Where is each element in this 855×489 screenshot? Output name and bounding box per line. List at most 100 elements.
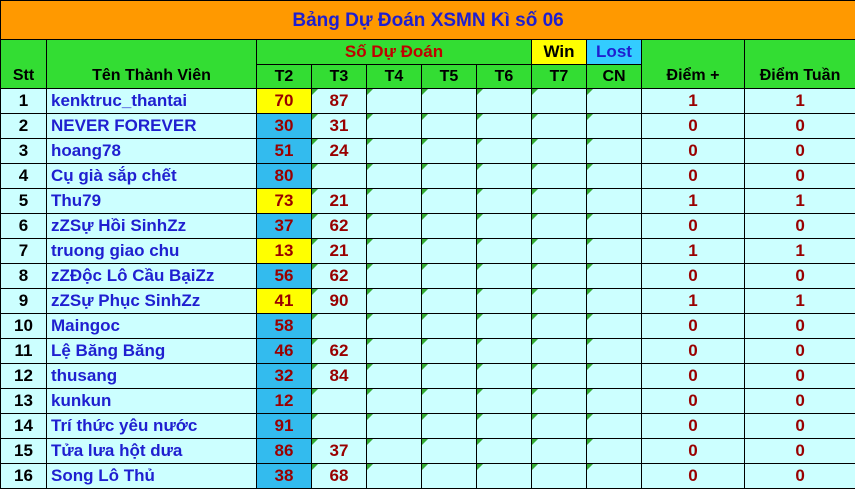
row-prediction-t7 xyxy=(532,364,587,389)
row-diem-tuan: 0 xyxy=(745,164,855,189)
row-diem-tuan: 0 xyxy=(745,414,855,439)
row-prediction-t3: 62 xyxy=(312,339,367,364)
row-prediction-t5 xyxy=(422,389,477,414)
row-prediction-t4 xyxy=(367,464,422,489)
row-prediction-t6 xyxy=(477,114,532,139)
row-prediction-t2: 38 xyxy=(257,464,312,489)
row-prediction-t5 xyxy=(422,214,477,239)
row-prediction-t3: 21 xyxy=(312,239,367,264)
row-stt: 5 xyxy=(1,189,47,214)
row-diem-plus: 0 xyxy=(642,164,745,189)
row-stt: 10 xyxy=(1,314,47,339)
row-prediction-t5 xyxy=(422,439,477,464)
row-prediction-t4 xyxy=(367,114,422,139)
row-prediction-t5 xyxy=(422,89,477,114)
row-prediction-t6 xyxy=(477,339,532,364)
row-member-name: zZSự Phục SinhZz xyxy=(47,289,257,314)
row-member-name: Tửa lưa hột dưa xyxy=(47,439,257,464)
row-prediction-t2: 37 xyxy=(257,214,312,239)
row-diem-plus: 1 xyxy=(642,89,745,114)
row-member-name: Thu79 xyxy=(47,189,257,214)
header-day-t6: T6 xyxy=(477,65,532,89)
header-name: Tên Thành Viên xyxy=(47,40,257,89)
row-prediction-t3: 21 xyxy=(312,189,367,214)
table-row: 1kenktruc_thantai708711 xyxy=(1,89,855,114)
row-prediction-t7 xyxy=(532,289,587,314)
row-diem-plus: 0 xyxy=(642,339,745,364)
row-prediction-t6 xyxy=(477,89,532,114)
row-prediction-t4 xyxy=(367,89,422,114)
row-prediction-t3 xyxy=(312,414,367,439)
row-stt: 6 xyxy=(1,214,47,239)
row-stt: 15 xyxy=(1,439,47,464)
row-prediction-cn xyxy=(587,339,642,364)
row-prediction-t4 xyxy=(367,139,422,164)
row-member-name: truong giao chu xyxy=(47,239,257,264)
row-diem-tuan: 1 xyxy=(745,89,855,114)
table-row: 15Tửa lưa hột dưa863700 xyxy=(1,439,855,464)
row-prediction-t6 xyxy=(477,439,532,464)
row-prediction-t4 xyxy=(367,264,422,289)
row-prediction-cn xyxy=(587,214,642,239)
table-row: 5Thu79732111 xyxy=(1,189,855,214)
row-diem-tuan: 0 xyxy=(745,264,855,289)
header-diem-plus: Điểm + xyxy=(642,40,745,89)
row-diem-tuan: 1 xyxy=(745,189,855,214)
table-row: 16Song Lô Thủ386800 xyxy=(1,464,855,489)
row-prediction-t2: 56 xyxy=(257,264,312,289)
header-win: Win xyxy=(532,40,587,65)
row-member-name: kenktruc_thantai xyxy=(47,89,257,114)
row-prediction-t5 xyxy=(422,464,477,489)
row-prediction-t3 xyxy=(312,314,367,339)
row-stt: 11 xyxy=(1,339,47,364)
row-stt: 14 xyxy=(1,414,47,439)
header-day-t4: T4 xyxy=(367,65,422,89)
row-prediction-t7 xyxy=(532,189,587,214)
row-prediction-cn xyxy=(587,389,642,414)
row-stt: 2 xyxy=(1,114,47,139)
row-prediction-t7 xyxy=(532,164,587,189)
row-prediction-t2: 32 xyxy=(257,364,312,389)
row-prediction-t4 xyxy=(367,439,422,464)
row-prediction-t4 xyxy=(367,214,422,239)
row-member-name: Trí thức yêu nước xyxy=(47,414,257,439)
row-diem-tuan: 0 xyxy=(745,439,855,464)
row-prediction-t4 xyxy=(367,164,422,189)
row-stt: 8 xyxy=(1,264,47,289)
row-prediction-t4 xyxy=(367,414,422,439)
table-row: 4Cụ già sắp chết8000 xyxy=(1,164,855,189)
row-prediction-t6 xyxy=(477,364,532,389)
row-diem-plus: 1 xyxy=(642,189,745,214)
row-member-name: Lệ Băng Băng xyxy=(47,339,257,364)
row-member-name: kunkun xyxy=(47,389,257,414)
row-prediction-t2: 46 xyxy=(257,339,312,364)
row-prediction-t5 xyxy=(422,364,477,389)
row-prediction-t2: 30 xyxy=(257,114,312,139)
row-prediction-t5 xyxy=(422,189,477,214)
row-member-name: Cụ già sắp chết xyxy=(47,164,257,189)
table-row: 6zZSự Hồi SinhZz376200 xyxy=(1,214,855,239)
row-diem-plus: 0 xyxy=(642,364,745,389)
row-prediction-t7 xyxy=(532,214,587,239)
row-prediction-t5 xyxy=(422,139,477,164)
row-stt: 12 xyxy=(1,364,47,389)
row-prediction-cn xyxy=(587,314,642,339)
row-diem-plus: 0 xyxy=(642,214,745,239)
row-member-name: Song Lô Thủ xyxy=(47,464,257,489)
row-member-name: hoang78 xyxy=(47,139,257,164)
row-prediction-t3: 24 xyxy=(312,139,367,164)
row-prediction-t7 xyxy=(532,89,587,114)
row-prediction-t2: 13 xyxy=(257,239,312,264)
row-diem-plus: 1 xyxy=(642,289,745,314)
row-diem-tuan: 0 xyxy=(745,114,855,139)
row-prediction-t6 xyxy=(477,214,532,239)
row-diem-tuan: 1 xyxy=(745,289,855,314)
row-prediction-t6 xyxy=(477,464,532,489)
row-prediction-cn xyxy=(587,89,642,114)
row-prediction-t2: 86 xyxy=(257,439,312,464)
table-row: 14Trí thức yêu nước9100 xyxy=(1,414,855,439)
table-row: 2NEVER FOREVER303100 xyxy=(1,114,855,139)
row-prediction-t7 xyxy=(532,264,587,289)
row-prediction-t7 xyxy=(532,439,587,464)
table-row: 3hoang78512400 xyxy=(1,139,855,164)
